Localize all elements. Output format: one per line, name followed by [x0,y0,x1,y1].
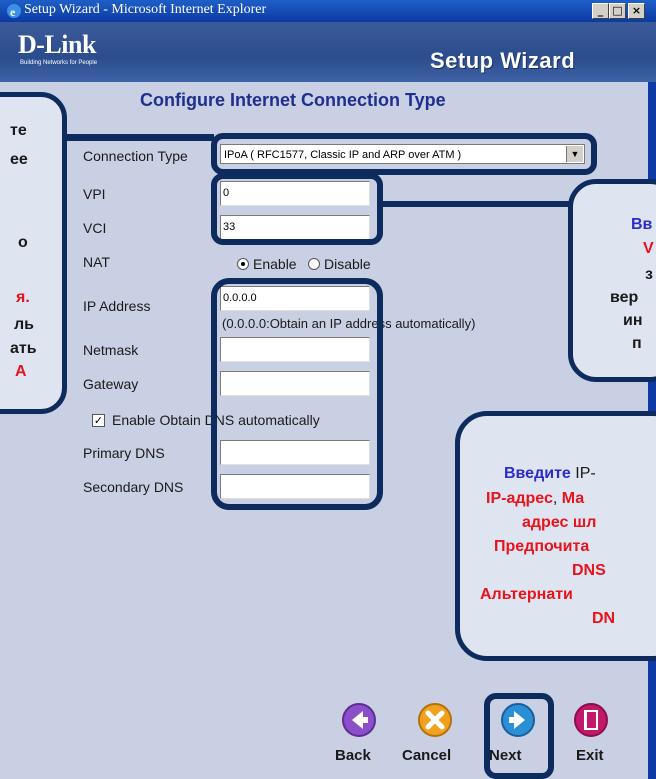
ip-address-label: IP Address [83,298,151,314]
ie-icon: e [7,4,21,19]
close-button[interactable]: × [628,3,645,19]
form-title: Configure Internet Connection Type [140,90,446,110]
back-label[interactable]: Back [335,747,371,764]
connection-type-label: Connection Type [83,148,188,164]
gateway-label: Gateway [83,376,139,392]
back-button[interactable] [339,700,379,740]
connector-left [62,134,214,141]
nat-label: NAT [83,254,110,270]
maximize-button[interactable]: □ [609,3,626,19]
next-label[interactable]: Next [489,747,522,764]
dlink-logo: D-Link [18,30,96,59]
netmask-label: Netmask [83,342,139,358]
callout-right-top: Вв V з вер ин п [568,179,656,382]
nat-enable-radio[interactable] [237,258,249,270]
connection-type-highlight [211,133,597,175]
nat-disable-radio[interactable] [308,258,320,270]
window-title: Setup Wizard - Microsoft Internet Explor… [24,2,267,17]
minimize-button[interactable]: _ [592,3,609,19]
ip-fields-highlight [211,278,383,510]
wizard-title: Setup Wizard [430,48,576,73]
exit-label[interactable]: Exit [576,747,604,764]
vpi-vci-highlight [211,173,383,245]
vci-label: VCI [83,220,107,236]
secondary-dns-label: Secondary DNS [83,479,184,495]
dlink-tagline: Building Networks for People [20,60,98,66]
exit-door-icon [574,703,608,737]
dns-auto-checkbox[interactable]: ✓ [92,414,105,427]
next-button[interactable] [498,700,538,740]
nat-disable-label: Disable [324,256,371,272]
svg-text:e: e [10,5,16,19]
window-frame-right [648,22,656,779]
cancel-label[interactable]: Cancel [402,747,451,764]
callout-right-bottom: Введите IP- IP-адрес, Ма адрес шл Предпо… [455,411,656,661]
back-arrow-icon [342,703,376,737]
window-titlebar: e Setup Wizard - Microsoft Internet Expl… [0,0,656,22]
primary-dns-label: Primary DNS [83,445,165,461]
next-arrow-icon [501,703,535,737]
exit-button[interactable] [571,700,611,740]
nat-enable-label: Enable [253,256,297,272]
connector-right-top [383,201,573,207]
cancel-x-icon [418,703,452,737]
callout-left: те ее о я. ль ать A [0,92,67,414]
cancel-button[interactable] [415,700,455,740]
vpi-label: VPI [83,186,106,202]
